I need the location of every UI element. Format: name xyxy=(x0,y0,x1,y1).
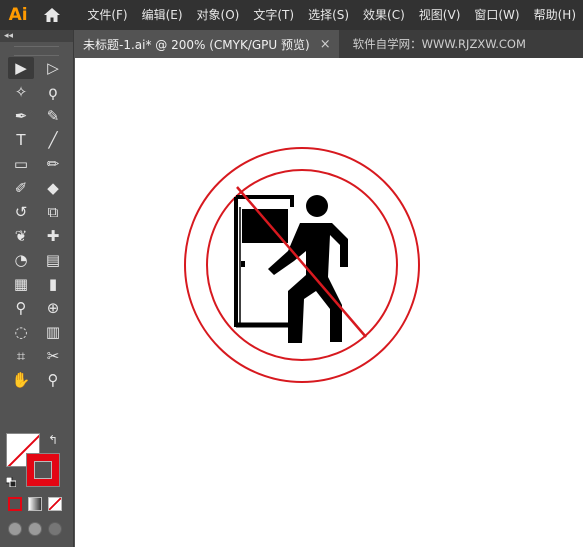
shape-builder-tool-icon[interactable]: ◔ xyxy=(8,249,34,271)
document-tab-strip: 未标题-1.ai* @ 200% (CMYK/GPU 预览) × 软件自学网：W… xyxy=(74,30,583,58)
symbol-sprayer-tool-icon[interactable]: ◌ xyxy=(8,321,34,343)
selection-tool-icon[interactable]: ▶ xyxy=(8,57,34,79)
panel-collapse-button[interactable]: ◂◂ xyxy=(0,30,73,42)
shaper-tool-icon[interactable]: ✐ xyxy=(8,177,34,199)
warp-tool-icon[interactable]: ❦ xyxy=(8,225,34,247)
eraser-tool-icon[interactable]: ◆ xyxy=(40,177,66,199)
magic-wand-tool-icon[interactable]: ✧ xyxy=(8,81,34,103)
watermark-text: 软件自学网：WWW.RJZXW.COM xyxy=(352,37,526,51)
zoom-tool-icon[interactable]: ⚲ xyxy=(40,369,66,391)
tool-row: ▶ ▷ xyxy=(0,56,73,80)
close-tab-icon[interactable]: × xyxy=(320,37,331,52)
hand-tool-icon[interactable]: ✋ xyxy=(8,369,34,391)
document-tab-title: 未标题-1.ai* @ 200% (CMYK/GPU 预览) xyxy=(83,37,310,52)
tool-row: ◔ ▤ xyxy=(0,248,73,272)
tool-row: ✒ ✎ xyxy=(0,104,73,128)
lasso-tool-icon[interactable]: ϙ xyxy=(40,81,66,103)
tool-row: ✐ ◆ xyxy=(0,176,73,200)
color-button[interactable] xyxy=(8,497,22,511)
tool-row: ⚲ ⊕ xyxy=(0,296,73,320)
home-button[interactable] xyxy=(38,0,66,30)
paintbrush-tool-icon[interactable]: ✏ xyxy=(40,153,66,175)
tool-row: ❦ ✚ xyxy=(0,224,73,248)
perspective-grid-tool-icon[interactable]: ▤ xyxy=(40,249,66,271)
draw-normal-icon[interactable] xyxy=(8,522,22,536)
curvature-tool-icon[interactable]: ✎ xyxy=(40,105,66,127)
document-tab[interactable]: 未标题-1.ai* @ 200% (CMYK/GPU 预览) × xyxy=(74,30,339,58)
menu-bar: Ai 文件(F) 编辑(E) 对象(O) 文字(T) 选择(S) 效果(C) 视… xyxy=(0,0,583,30)
pen-tool-icon[interactable]: ✒ xyxy=(8,105,34,127)
stroke-swatch[interactable] xyxy=(26,453,60,487)
artboard-tool-icon[interactable]: ⌗ xyxy=(8,345,34,367)
panel-grip[interactable] xyxy=(14,46,59,56)
tool-row: ▦ ▮ xyxy=(0,272,73,296)
blend-tool-icon[interactable]: ⊕ xyxy=(40,297,66,319)
drawing-mode-row xyxy=(8,522,62,536)
menu-help[interactable]: 帮助(H) xyxy=(527,0,583,30)
tool-row: ⌗ ✂ xyxy=(0,344,73,368)
scale-tool-icon[interactable]: ⧉ xyxy=(40,201,66,223)
tool-row: ▭ ✏ xyxy=(0,152,73,176)
swap-fill-stroke-icon[interactable]: ↰ xyxy=(48,433,58,447)
column-graph-tool-icon[interactable]: ▥ xyxy=(40,321,66,343)
menu-select[interactable]: 选择(S) xyxy=(301,0,356,30)
tool-grid: ▶ ▷ ✧ ϙ ✒ ✎ T ╱ ▭ ✏ ✐ ◆ ↺ ⧉ ❦ ✚ ◔ ▤ ▦ ▮ ⚲ ⊕ ◌ ▥ ⌗ ✂ ✋ ⚲ xyxy=(0,56,73,392)
draw-inside-icon[interactable] xyxy=(48,522,62,536)
rotate-tool-icon[interactable]: ↺ xyxy=(8,201,34,223)
default-fill-stroke-icon[interactable] xyxy=(6,477,16,487)
line-segment-tool-icon[interactable]: ╱ xyxy=(40,129,66,151)
mesh-tool-icon[interactable]: ▦ xyxy=(8,273,34,295)
color-mode-row xyxy=(8,497,62,511)
home-icon xyxy=(44,8,61,22)
menu-window[interactable]: 窗口(W) xyxy=(467,0,526,30)
menu-file[interactable]: 文件(F) xyxy=(80,0,134,30)
slice-tool-icon[interactable]: ✂ xyxy=(40,345,66,367)
none-button[interactable] xyxy=(48,497,62,511)
menu-list: 文件(F) 编辑(E) 对象(O) 文字(T) 选择(S) 效果(C) 视图(V… xyxy=(80,0,583,30)
fill-stroke-swatches: ↰ xyxy=(6,433,70,491)
no-entry-sign-artwork[interactable] xyxy=(182,147,422,387)
draw-behind-icon[interactable] xyxy=(28,522,42,536)
menu-object[interactable]: 对象(O) xyxy=(190,0,247,30)
app-logo: Ai xyxy=(8,5,28,25)
tool-row: ✧ ϙ xyxy=(0,80,73,104)
menu-type[interactable]: 文字(T) xyxy=(246,0,301,30)
gradient-tool-icon[interactable]: ▮ xyxy=(40,273,66,295)
tools-panel: ◂◂ ▶ ▷ ✧ ϙ ✒ ✎ T ╱ ▭ ✏ ✐ ◆ ↺ ⧉ ❦ ✚ ◔ ▤ ▦ ▮ ⚲ ⊕ ◌ ▥ ⌗ ✂ ✋ ⚲ ↰ xyxy=(0,30,74,547)
artboard-canvas[interactable] xyxy=(75,58,583,547)
menu-effect[interactable]: 效果(C) xyxy=(356,0,412,30)
direct-selection-tool-icon[interactable]: ▷ xyxy=(40,57,66,79)
tool-row: ✋ ⚲ xyxy=(0,368,73,392)
menu-view[interactable]: 视图(V) xyxy=(412,0,468,30)
puppet-warp-tool-icon[interactable]: ✚ xyxy=(40,225,66,247)
tool-row: ◌ ▥ xyxy=(0,320,73,344)
type-tool-icon[interactable]: T xyxy=(8,129,34,151)
rectangle-tool-icon[interactable]: ▭ xyxy=(8,153,34,175)
menu-edit[interactable]: 编辑(E) xyxy=(135,0,190,30)
eyedropper-tool-icon[interactable]: ⚲ xyxy=(8,297,34,319)
tool-row: T ╱ xyxy=(0,128,73,152)
outer-ring xyxy=(184,147,420,383)
tool-row: ↺ ⧉ xyxy=(0,200,73,224)
gradient-button[interactable] xyxy=(28,497,42,511)
